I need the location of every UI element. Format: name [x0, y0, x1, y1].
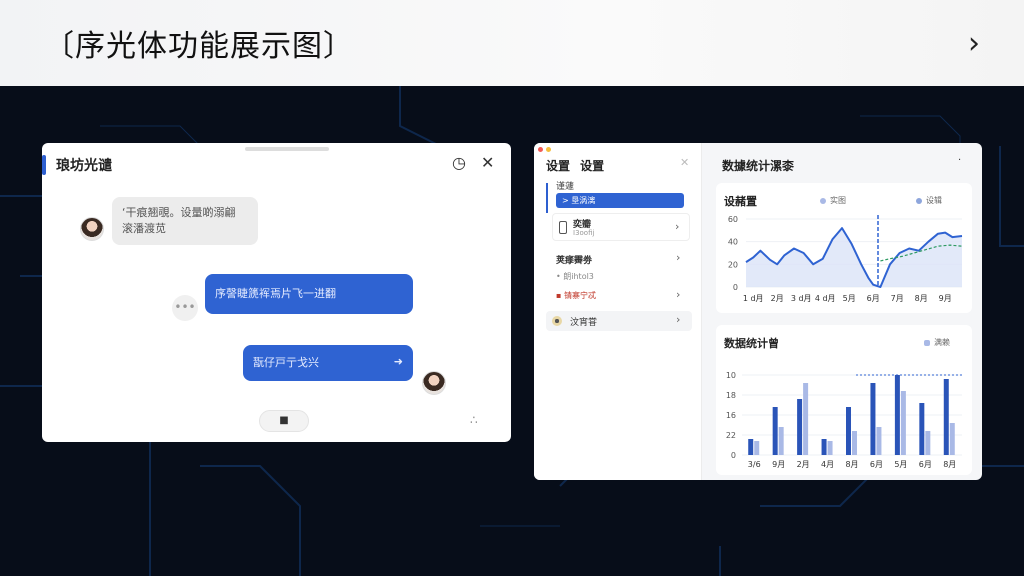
bar [748, 439, 754, 455]
x-tick-label: 5月 [894, 460, 907, 469]
bar [949, 423, 955, 455]
x-tick-label: 6月 [870, 460, 883, 469]
bar-chart: 0 22 16 18 10 3/6 9月 2月 4月 8月 6月 5月 6月 8月 [726, 371, 962, 469]
chevron-right-icon: › [676, 313, 681, 326]
sidebar-item-label[interactable]: ▪ 锖寨宁忒 [556, 290, 596, 301]
user-icon [552, 316, 562, 326]
timer-icon[interactable]: ◷ [452, 153, 466, 172]
bar [925, 431, 931, 455]
page-title: 〔序光体功能展示图〕 [44, 29, 354, 64]
card-item-subtitle: I3oofij [573, 229, 595, 237]
x-tick-label: 9月 [772, 460, 785, 469]
x-tick-label: 9月 [939, 294, 952, 303]
y-tick-label: 10 [726, 371, 736, 380]
sidebar-item-row[interactable]: 汶宵甞 › [546, 311, 692, 331]
y-tick-label: 22 [726, 431, 736, 440]
menu-icon[interactable]: · [958, 155, 961, 166]
message-text: 序謦睫篪裈焉片飞一进翻 [215, 287, 336, 300]
sidebar-section-label: 谨蘧 [556, 182, 575, 192]
bar [900, 391, 906, 455]
message-bubble-outgoing: 翫仔戸亍戈兴 ➜ [243, 345, 413, 381]
x-tick-label: 6月 [867, 294, 880, 303]
x-tick-label: 8月 [915, 294, 928, 303]
stop-button[interactable]: ■ [259, 410, 309, 432]
bar [797, 399, 803, 455]
sidebar-item-label[interactable]: • 朗ihtol3 [556, 271, 594, 282]
x-tick-label: 5月 [843, 294, 856, 303]
sidebar-item-label: 汶宵甞 [570, 318, 598, 328]
y-tick-label: 60 [728, 215, 738, 224]
bar [852, 431, 857, 455]
typing-indicator: ••• [172, 295, 198, 321]
series-area [746, 228, 962, 287]
settings-sidebar: 设置 设置 ✕ 谨蘧 > 垦涡漓 奕瓣 I3oofij › 荚痵霽劵 › • 朗… [534, 143, 702, 480]
bar [803, 383, 809, 455]
bar [870, 383, 876, 455]
sidebar-item-label[interactable]: 荚痵霽劵 [556, 253, 592, 266]
chat-window: 琅坊光谴 ◷ ✕ ‘干痕翘覗。设量啲溺翩 滚潘渡苋 ••• 序謦睫篪裈焉片飞一进… [42, 143, 511, 442]
x-tick-label: 3 d月 [791, 294, 812, 303]
x-tick-label: 8月 [845, 460, 858, 469]
bar-chart-card: 数据统计曾 满赖 0 22 16 18 10 3/6 9月 2月 4月 8月 6月 5月 6月 8月 [716, 325, 972, 475]
close-icon[interactable]: ✕ [481, 153, 494, 172]
bar [821, 439, 827, 455]
avatar [422, 371, 446, 395]
sidebar-title: 设置 设置 [546, 159, 605, 173]
chevron-right-icon[interactable]: › [676, 288, 680, 301]
page-header: 〔序光体功能展示图〕 › [0, 0, 1024, 86]
sidebar-item-active[interactable]: > 垦涡漓 [556, 193, 684, 208]
x-tick-label: 3/6 [748, 460, 761, 469]
avatar [80, 217, 104, 241]
x-tick-label: 7月 [891, 294, 904, 303]
bar [827, 441, 833, 455]
bar [919, 403, 925, 455]
next-arrow-icon[interactable]: › [968, 26, 980, 61]
chat-title: 琅坊光谴 [56, 158, 112, 174]
y-tick-label: 16 [726, 411, 736, 420]
close-dot-icon[interactable] [538, 147, 543, 152]
dashboard-window: 设置 设置 ✕ 谨蘧 > 垦涡漓 奕瓣 I3oofij › 荚痵霽劵 › • 朗… [534, 143, 982, 480]
close-icon[interactable]: ✕ [680, 156, 689, 169]
x-tick-label: 6月 [919, 460, 932, 469]
y-tick-label: 18 [726, 391, 736, 400]
x-tick-label: 2月 [797, 460, 810, 469]
bar [894, 375, 900, 455]
minimize-dot-icon[interactable] [546, 147, 551, 152]
bar [772, 407, 778, 455]
chevron-right-icon[interactable]: › [676, 251, 680, 264]
message-text: 滚潘渡苋 [122, 222, 166, 235]
drag-handle[interactable] [245, 147, 329, 151]
chevron-right-icon: › [675, 220, 680, 233]
section-accent-bar [546, 183, 548, 213]
line-chart-card: 设赭置 实图 设辑 0 20 40 60 1 d月 2月 3 d月 4 d月 5月 6月 7月 8月 9… [716, 183, 972, 313]
bar [876, 427, 882, 455]
x-tick-label: 1 d月 [743, 294, 764, 303]
message-text: ‘干痕翘覗。设量啲溺翩 [122, 206, 236, 219]
message-text: 翫仔戸亍戈兴 [253, 356, 319, 369]
x-tick-label: 4月 [821, 460, 834, 469]
send-icon[interactable]: ➜ [394, 354, 403, 370]
x-tick-label: 4 d月 [815, 294, 836, 303]
bar [943, 379, 949, 455]
message-bubble-incoming: ‘干痕翘覗。设量啲溺翩 滚潘渡苋 [112, 197, 258, 245]
message-bubble-outgoing: 序謦睫篪裈焉片飞一进翻 [205, 274, 413, 314]
more-icon[interactable]: ∴ [470, 413, 478, 427]
title-accent-bar [42, 155, 46, 175]
bar [778, 427, 784, 455]
bar [754, 441, 760, 455]
battery-icon [559, 221, 567, 234]
x-tick-label: 8月 [943, 460, 956, 469]
y-tick-label: 0 [733, 283, 738, 292]
y-tick-label: 40 [728, 238, 738, 247]
line-chart: 0 20 40 60 1 d月 2月 3 d月 4 d月 5月 6月 7月 8月 9月 [728, 215, 963, 303]
sidebar-item-card[interactable]: 奕瓣 I3oofij › [552, 213, 690, 241]
x-tick-label: 2月 [771, 294, 784, 303]
bar [846, 407, 851, 455]
y-tick-label: 0 [731, 451, 736, 460]
y-tick-label: 20 [728, 260, 738, 269]
dashboard-title: 数據统计漯桼 [722, 159, 795, 173]
